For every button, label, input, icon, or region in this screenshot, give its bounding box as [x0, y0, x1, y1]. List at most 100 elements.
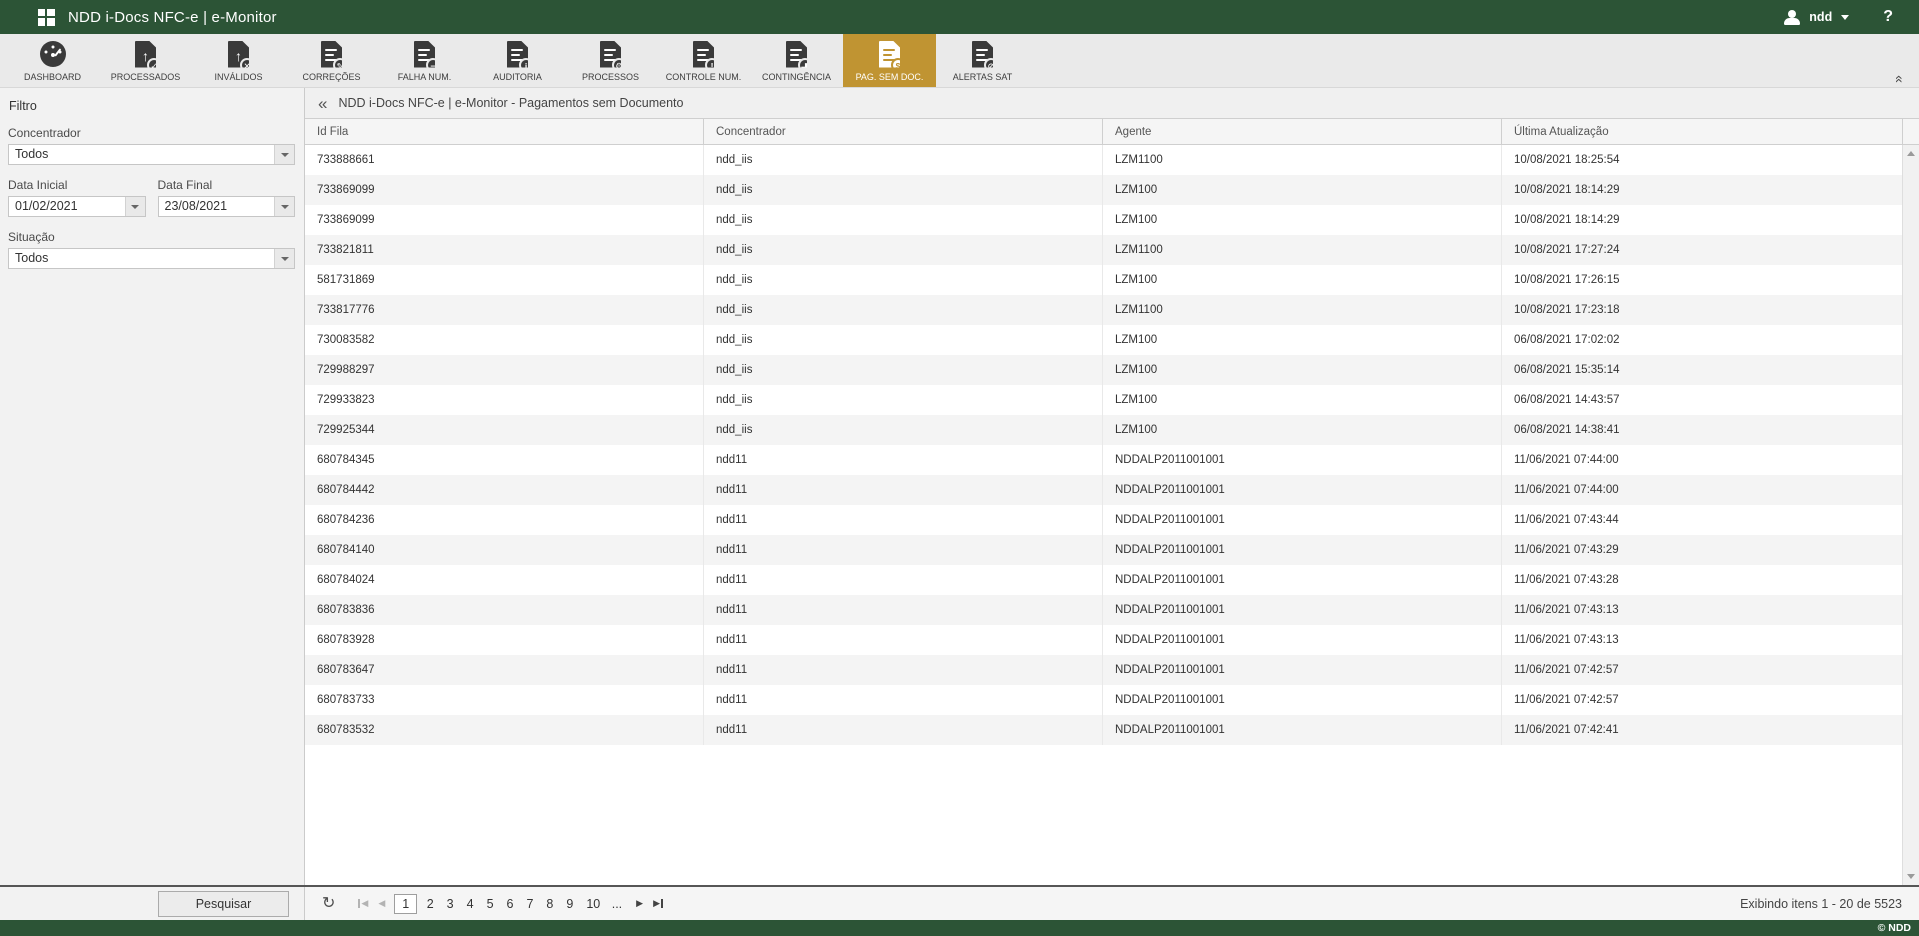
data-final-label: Data Final — [158, 178, 296, 192]
table-row[interactable]: 680784442ndd11NDDALP201100100111/06/2021… — [305, 475, 1902, 505]
data-inicial-picker[interactable]: 01/02/2021 — [8, 196, 146, 217]
pesquisar-button[interactable]: Pesquisar — [158, 891, 289, 917]
filter-panel-title: Filtro — [0, 88, 304, 126]
table-cell: 733869099 — [305, 175, 704, 205]
column-header-ltima-atualiza-o[interactable]: Última Atualização — [1502, 119, 1903, 144]
back-chevrons-icon[interactable]: « — [318, 95, 327, 112]
table-row[interactable]: 733869099ndd_iisLZM10010/08/2021 18:14:2… — [305, 205, 1902, 235]
table-row[interactable]: 729925344ndd_iisLZM10006/08/2021 14:38:4… — [305, 415, 1902, 445]
situacao-select[interactable]: Todos — [8, 248, 295, 269]
toolbar-item-auditoria[interactable]: iAUDITORIA — [471, 34, 564, 87]
page-number-3[interactable]: 3 — [440, 895, 460, 913]
table-cell: 11/06/2021 07:42:57 — [1502, 685, 1902, 715]
situacao-dropdown-arrow-icon[interactable] — [274, 249, 294, 268]
table-cell: LZM100 — [1103, 205, 1502, 235]
table-row[interactable]: 680784345ndd11NDDALP201100100111/06/2021… — [305, 445, 1902, 475]
table-body: 733888661ndd_iisLZM110010/08/2021 18:25:… — [305, 145, 1919, 885]
data-final-dropdown-arrow-icon[interactable] — [274, 197, 294, 216]
concentrador-dropdown-arrow-icon[interactable] — [274, 145, 294, 164]
app-title: NDD i-Docs NFC-e | e-Monitor — [68, 9, 277, 26]
help-button[interactable]: ? — [1883, 8, 1893, 26]
page-title: NDD i-Docs NFC-e | e-Monitor - Pagamento… — [338, 96, 683, 110]
toolbar-item-dashboard[interactable]: DASHBOARD — [6, 34, 99, 87]
toolbar-item-processados[interactable]: ↑✓PROCESSADOS — [99, 34, 192, 87]
toolbar-item-corre-es[interactable]: ✎CORREÇÕES — [285, 34, 378, 87]
concentrador-select[interactable]: Todos — [8, 144, 295, 165]
page-number-4[interactable]: 4 — [460, 895, 480, 913]
table-cell: 729933823 — [305, 385, 704, 415]
table-row[interactable]: 730083582ndd_iisLZM10006/08/2021 17:02:0… — [305, 325, 1902, 355]
dashboard-gauge-icon — [40, 39, 66, 69]
page-number-2[interactable]: 2 — [420, 895, 440, 913]
toolbar-item-alertas-sat[interactable]: ⊘ALERTAS SAT — [936, 34, 1029, 87]
next-page-icon[interactable]: ▶ — [631, 898, 648, 909]
last-page-icon[interactable]: ▶ — [648, 898, 668, 909]
table-row[interactable]: 680784024ndd11NDDALP201100100111/06/2021… — [305, 565, 1902, 595]
table-row[interactable]: 680783532ndd11NDDALP201100100111/06/2021… — [305, 715, 1902, 745]
user-menu[interactable]: ndd — [1809, 10, 1832, 24]
data-final-picker[interactable]: 23/08/2021 — [158, 196, 296, 217]
data-inicial-value: 01/02/2021 — [9, 197, 125, 216]
table-row[interactable]: 680783647ndd11NDDALP201100100111/06/2021… — [305, 655, 1902, 685]
breadcrumb: « NDD i-Docs NFC-e | e-Monitor - Pagamen… — [305, 88, 1919, 118]
column-header-agente[interactable]: Agente — [1103, 119, 1502, 144]
page-number-9[interactable]: 9 — [560, 895, 580, 913]
toolbar-item-label: PAG. SEM DOC. — [856, 72, 924, 82]
table-cell: 10/08/2021 18:25:54 — [1502, 145, 1902, 175]
collapse-ribbon-icon[interactable]: « — [1893, 75, 1907, 83]
column-header-concentrador[interactable]: Concentrador — [704, 119, 1103, 144]
table-cell: LZM100 — [1103, 175, 1502, 205]
page-number-5[interactable]: 5 — [480, 895, 500, 913]
page-number-6[interactable]: 6 — [500, 895, 520, 913]
table-row[interactable]: 733821811ndd_iisLZM110010/08/2021 17:27:… — [305, 235, 1902, 265]
table-row[interactable]: 729933823ndd_iisLZM10006/08/2021 14:43:5… — [305, 385, 1902, 415]
table-cell: 733888661 — [305, 145, 704, 175]
doc-sat-alert-icon: ⊘ — [972, 39, 993, 69]
toolbar-item-label: CONTROLE NUM. — [666, 72, 742, 82]
table-cell: 680784236 — [305, 505, 704, 535]
toolbar-item-inv-lidos[interactable]: ↑✕INVÁLIDOS — [192, 34, 285, 87]
table-row[interactable]: 680783733ndd11NDDALP201100100111/06/2021… — [305, 685, 1902, 715]
toolbar-item-conting-ncia[interactable]: ▂▆CONTINGÊNCIA — [750, 34, 843, 87]
scroll-down-arrow-icon[interactable] — [1907, 874, 1915, 879]
table-cell: ndd11 — [704, 625, 1103, 655]
app-launcher-waffle-icon[interactable] — [38, 9, 55, 26]
table-row[interactable]: 581731869ndd_iisLZM10010/08/2021 17:26:1… — [305, 265, 1902, 295]
table-row[interactable]: 680784236ndd11NDDALP201100100111/06/2021… — [305, 505, 1902, 535]
page-number-7[interactable]: 7 — [520, 895, 540, 913]
table-cell: 680784345 — [305, 445, 704, 475]
toolbar-item-pag-sem-doc[interactable]: $PAG. SEM DOC. — [843, 34, 936, 87]
vertical-scrollbar[interactable] — [1902, 145, 1919, 885]
toolbar-item-processos[interactable]: ⚙PROCESSOS — [564, 34, 657, 87]
page-number-8[interactable]: 8 — [540, 895, 560, 913]
table-row[interactable]: 733817776ndd_iisLZM110010/08/2021 17:23:… — [305, 295, 1902, 325]
first-page-icon[interactable]: ◀ — [353, 898, 373, 909]
page-number-10[interactable]: 10 — [580, 895, 607, 913]
concentrador-value: Todos — [9, 145, 274, 164]
table-row[interactable]: 729988297ndd_iisLZM10006/08/2021 15:35:1… — [305, 355, 1902, 385]
table-row[interactable]: 680783836ndd11NDDALP201100100111/06/2021… — [305, 595, 1902, 625]
toolbar-item-controle-num[interactable]: !CONTROLE NUM. — [657, 34, 750, 87]
previous-page-icon[interactable]: ◀ — [373, 898, 390, 909]
scroll-up-arrow-icon[interactable] — [1907, 151, 1915, 156]
user-menu-caret-icon[interactable] — [1841, 15, 1849, 20]
table-row[interactable]: 733869099ndd_iisLZM10010/08/2021 18:14:2… — [305, 175, 1902, 205]
page-numbers: 12345678910... — [394, 894, 627, 914]
table-rows: 733888661ndd_iisLZM110010/08/2021 18:25:… — [305, 145, 1902, 885]
table-cell: ndd11 — [704, 595, 1103, 625]
column-header-id-fila[interactable]: Id Fila — [305, 119, 704, 144]
table-cell: ndd_iis — [704, 385, 1103, 415]
table-cell: ndd11 — [704, 475, 1103, 505]
table-row[interactable]: 680783928ndd11NDDALP201100100111/06/2021… — [305, 625, 1902, 655]
table-row[interactable]: 733888661ndd_iisLZM110010/08/2021 18:25:… — [305, 145, 1902, 175]
toolbar-item-label: AUDITORIA — [493, 72, 542, 82]
refresh-icon[interactable]: ↻ — [322, 896, 335, 912]
table-row[interactable]: 680784140ndd11NDDALP201100100111/06/2021… — [305, 535, 1902, 565]
table-cell: 11/06/2021 07:43:29 — [1502, 535, 1902, 565]
table-cell: 680784024 — [305, 565, 704, 595]
toolbar-item-falha-num[interactable]: −FALHA NUM. — [378, 34, 471, 87]
page-number-1[interactable]: 1 — [394, 894, 417, 914]
table-cell: 06/08/2021 14:43:57 — [1502, 385, 1902, 415]
table-cell: 730083582 — [305, 325, 704, 355]
data-inicial-dropdown-arrow-icon[interactable] — [125, 197, 145, 216]
